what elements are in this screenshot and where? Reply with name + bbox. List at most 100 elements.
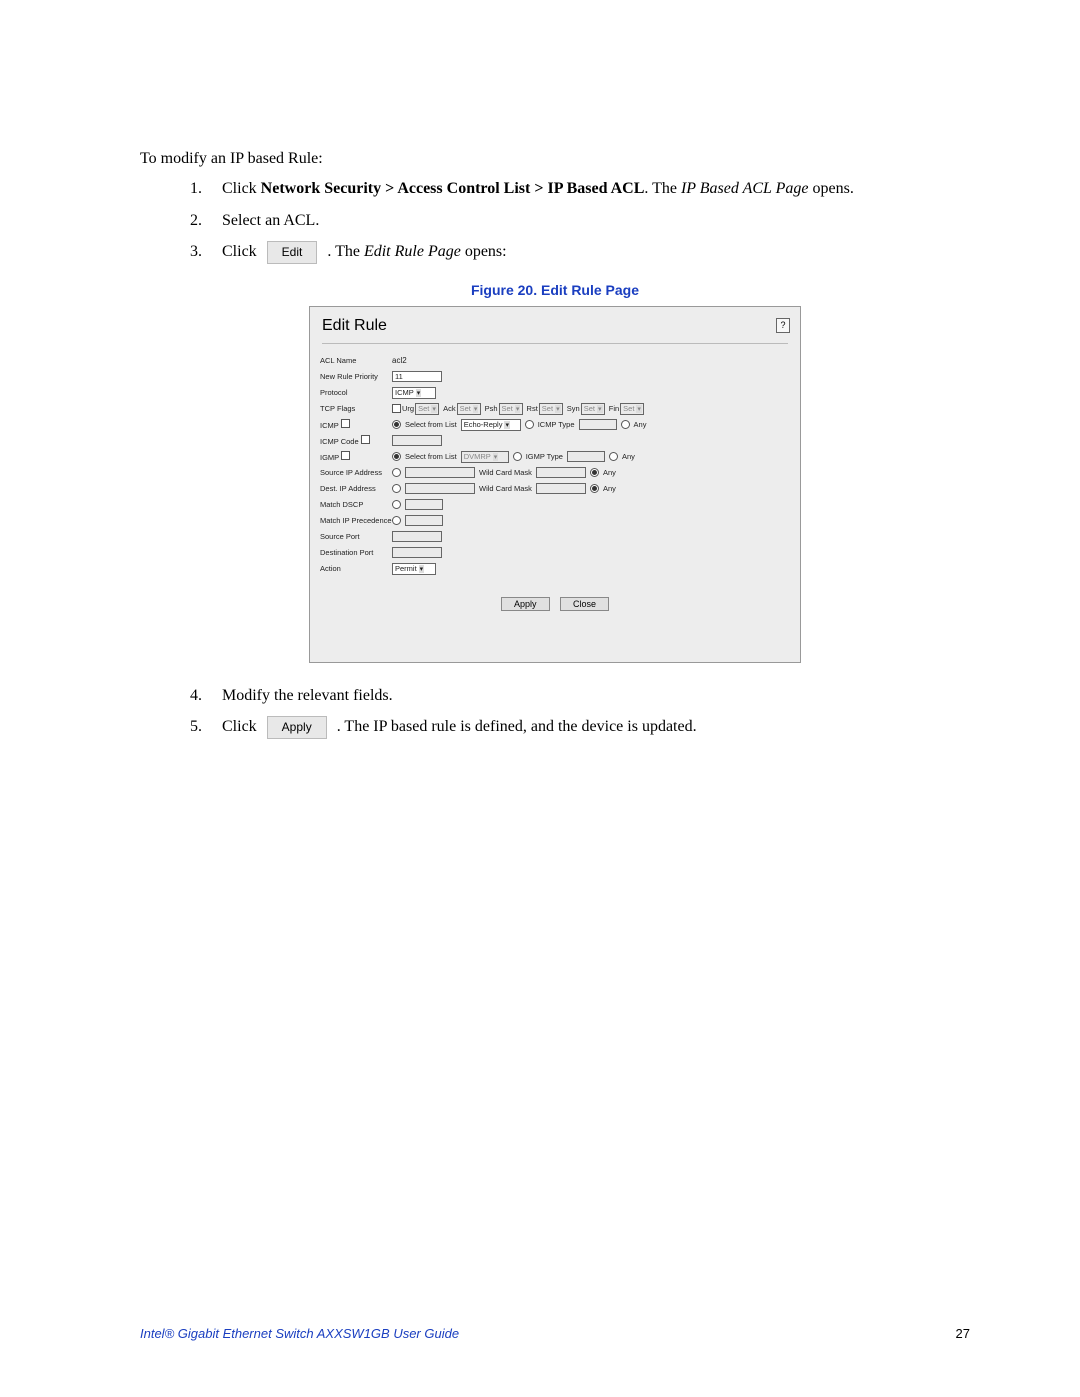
label-src-port: Source Port — [320, 532, 392, 541]
label-select-from-list-2: Select from List — [405, 452, 457, 461]
panel-title: Edit Rule — [322, 317, 387, 335]
panel-divider — [322, 343, 788, 344]
step-3-body: Click Edit . The Edit Rule Page opens: — [222, 241, 970, 263]
label-priority: New Rule Priority — [320, 372, 392, 381]
label-ack: Ack — [443, 404, 456, 413]
step-1-post: opens. — [809, 180, 854, 197]
label-protocol: Protocol — [320, 388, 392, 397]
radio-igmp-selectlist[interactable] — [392, 452, 401, 461]
input-icmp-type[interactable] — [579, 419, 617, 430]
step-1-body: Click Network Security > Access Control … — [222, 178, 970, 200]
select-icmp-list[interactable]: Echo-Reply — [461, 419, 521, 431]
label-rst: Rst — [527, 404, 538, 413]
label-igmp: IGMP — [320, 453, 339, 462]
label-syn: Syn — [567, 404, 580, 413]
select-action[interactable]: Permit — [392, 563, 436, 575]
apply-button[interactable]: Apply — [501, 597, 550, 611]
label-acl-name: ACL Name — [320, 356, 392, 365]
label-dst-port: Destination Port — [320, 548, 392, 557]
input-igmp-type[interactable] — [567, 451, 605, 462]
label-tcp-flags: TCP Flags — [320, 404, 392, 413]
step-3-mid: . The — [323, 243, 364, 260]
input-ip-prec[interactable] — [405, 515, 443, 526]
label-dscp: Match DSCP — [320, 500, 392, 509]
step-1-pre: Click — [222, 180, 261, 197]
select-protocol[interactable]: ICMP — [392, 387, 436, 399]
checkbox-icmp[interactable] — [341, 419, 350, 428]
step-1-italic: IP Based ACL Page — [681, 180, 809, 197]
checkbox-urg[interactable] — [392, 404, 401, 413]
step-3-pre: Click — [222, 243, 261, 260]
input-dst-wild[interactable] — [536, 483, 586, 494]
intro-text: To modify an IP based Rule: — [140, 150, 970, 168]
radio-igmp-any[interactable] — [609, 452, 618, 461]
radio-dst-ip-any[interactable] — [590, 484, 599, 493]
select-fin[interactable]: Set — [620, 403, 644, 415]
step-2-num: 2. — [190, 210, 214, 232]
select-urg[interactable]: Set — [415, 403, 439, 415]
label-dst-ip-any: Any — [603, 484, 616, 493]
select-ack[interactable]: Set — [457, 403, 481, 415]
label-select-from-list-1: Select from List — [405, 420, 457, 429]
label-icmp-code: ICMP Code — [320, 437, 359, 446]
label-dst-wild: Wild Card Mask — [479, 484, 532, 493]
footer-title: Intel® Gigabit Ethernet Switch AXXSW1GB … — [140, 1326, 459, 1341]
step-3-post: opens: — [461, 243, 507, 260]
input-dst-port[interactable] — [392, 547, 442, 558]
select-syn[interactable]: Set — [581, 403, 605, 415]
step-3-italic: Edit Rule Page — [364, 243, 461, 260]
radio-icmp-type[interactable] — [525, 420, 534, 429]
label-urg: Urg — [402, 404, 414, 413]
select-rst[interactable]: Set — [539, 403, 563, 415]
radio-ip-prec[interactable] — [392, 516, 401, 525]
step-4-num: 4. — [190, 685, 214, 707]
input-dscp[interactable] — [405, 499, 443, 510]
label-action: Action — [320, 564, 392, 573]
label-psh: Psh — [485, 404, 498, 413]
radio-igmp-type[interactable] — [513, 452, 522, 461]
step-1-bold: Network Security > Access Control List >… — [261, 180, 645, 197]
step-1-num: 1. — [190, 178, 214, 200]
radio-dst-ip-val[interactable] — [392, 484, 401, 493]
input-src-ip[interactable] — [405, 467, 475, 478]
label-src-ip: Source IP Address — [320, 468, 392, 477]
step-5-pre: Click — [222, 718, 261, 735]
radio-icmp-selectlist[interactable] — [392, 420, 401, 429]
input-src-port[interactable] — [392, 531, 442, 542]
step-2-body: Select an ACL. — [222, 210, 970, 232]
label-fin: Fin — [609, 404, 619, 413]
page-number: 27 — [956, 1326, 970, 1341]
radio-src-ip-any[interactable] — [590, 468, 599, 477]
step-1-mid: . The — [644, 180, 681, 197]
step-5-num: 5. — [190, 716, 214, 738]
figure-caption: Figure 20. Edit Rule Page — [140, 282, 970, 298]
step-5-body: Click Apply . The IP based rule is defin… — [222, 716, 970, 738]
label-dst-ip: Dest. IP Address — [320, 484, 392, 493]
step-5-post: . The IP based rule is defined, and the … — [333, 718, 697, 735]
label-igmp-type: IGMP Type — [526, 452, 563, 461]
close-button[interactable]: Close — [560, 597, 609, 611]
label-ip-prec: Match IP Precedence — [320, 516, 392, 525]
label-icmp-type: ICMP Type — [538, 420, 575, 429]
help-icon[interactable]: ? — [776, 318, 790, 333]
radio-dscp[interactable] — [392, 500, 401, 509]
value-acl-name: acl2 — [392, 356, 407, 365]
input-icmp-code[interactable] — [392, 435, 442, 446]
inline-edit-button: Edit — [267, 241, 318, 263]
step-4-body: Modify the relevant fields. — [222, 685, 970, 707]
step-3-num: 3. — [190, 241, 214, 263]
radio-icmp-any[interactable] — [621, 420, 630, 429]
checkbox-icmp-code[interactable] — [361, 435, 370, 444]
input-src-wild[interactable] — [536, 467, 586, 478]
checkbox-igmp[interactable] — [341, 451, 350, 460]
label-igmp-any: Any — [622, 452, 635, 461]
label-src-ip-any: Any — [603, 468, 616, 477]
label-src-wild: Wild Card Mask — [479, 468, 532, 477]
select-igmp-list[interactable]: DVMRP — [461, 451, 509, 463]
select-psh[interactable]: Set — [499, 403, 523, 415]
label-icmp-any: Any — [634, 420, 647, 429]
radio-src-ip-val[interactable] — [392, 468, 401, 477]
label-icmp: ICMP — [320, 421, 339, 430]
input-priority[interactable]: 11 — [392, 371, 442, 382]
input-dst-ip[interactable] — [405, 483, 475, 494]
